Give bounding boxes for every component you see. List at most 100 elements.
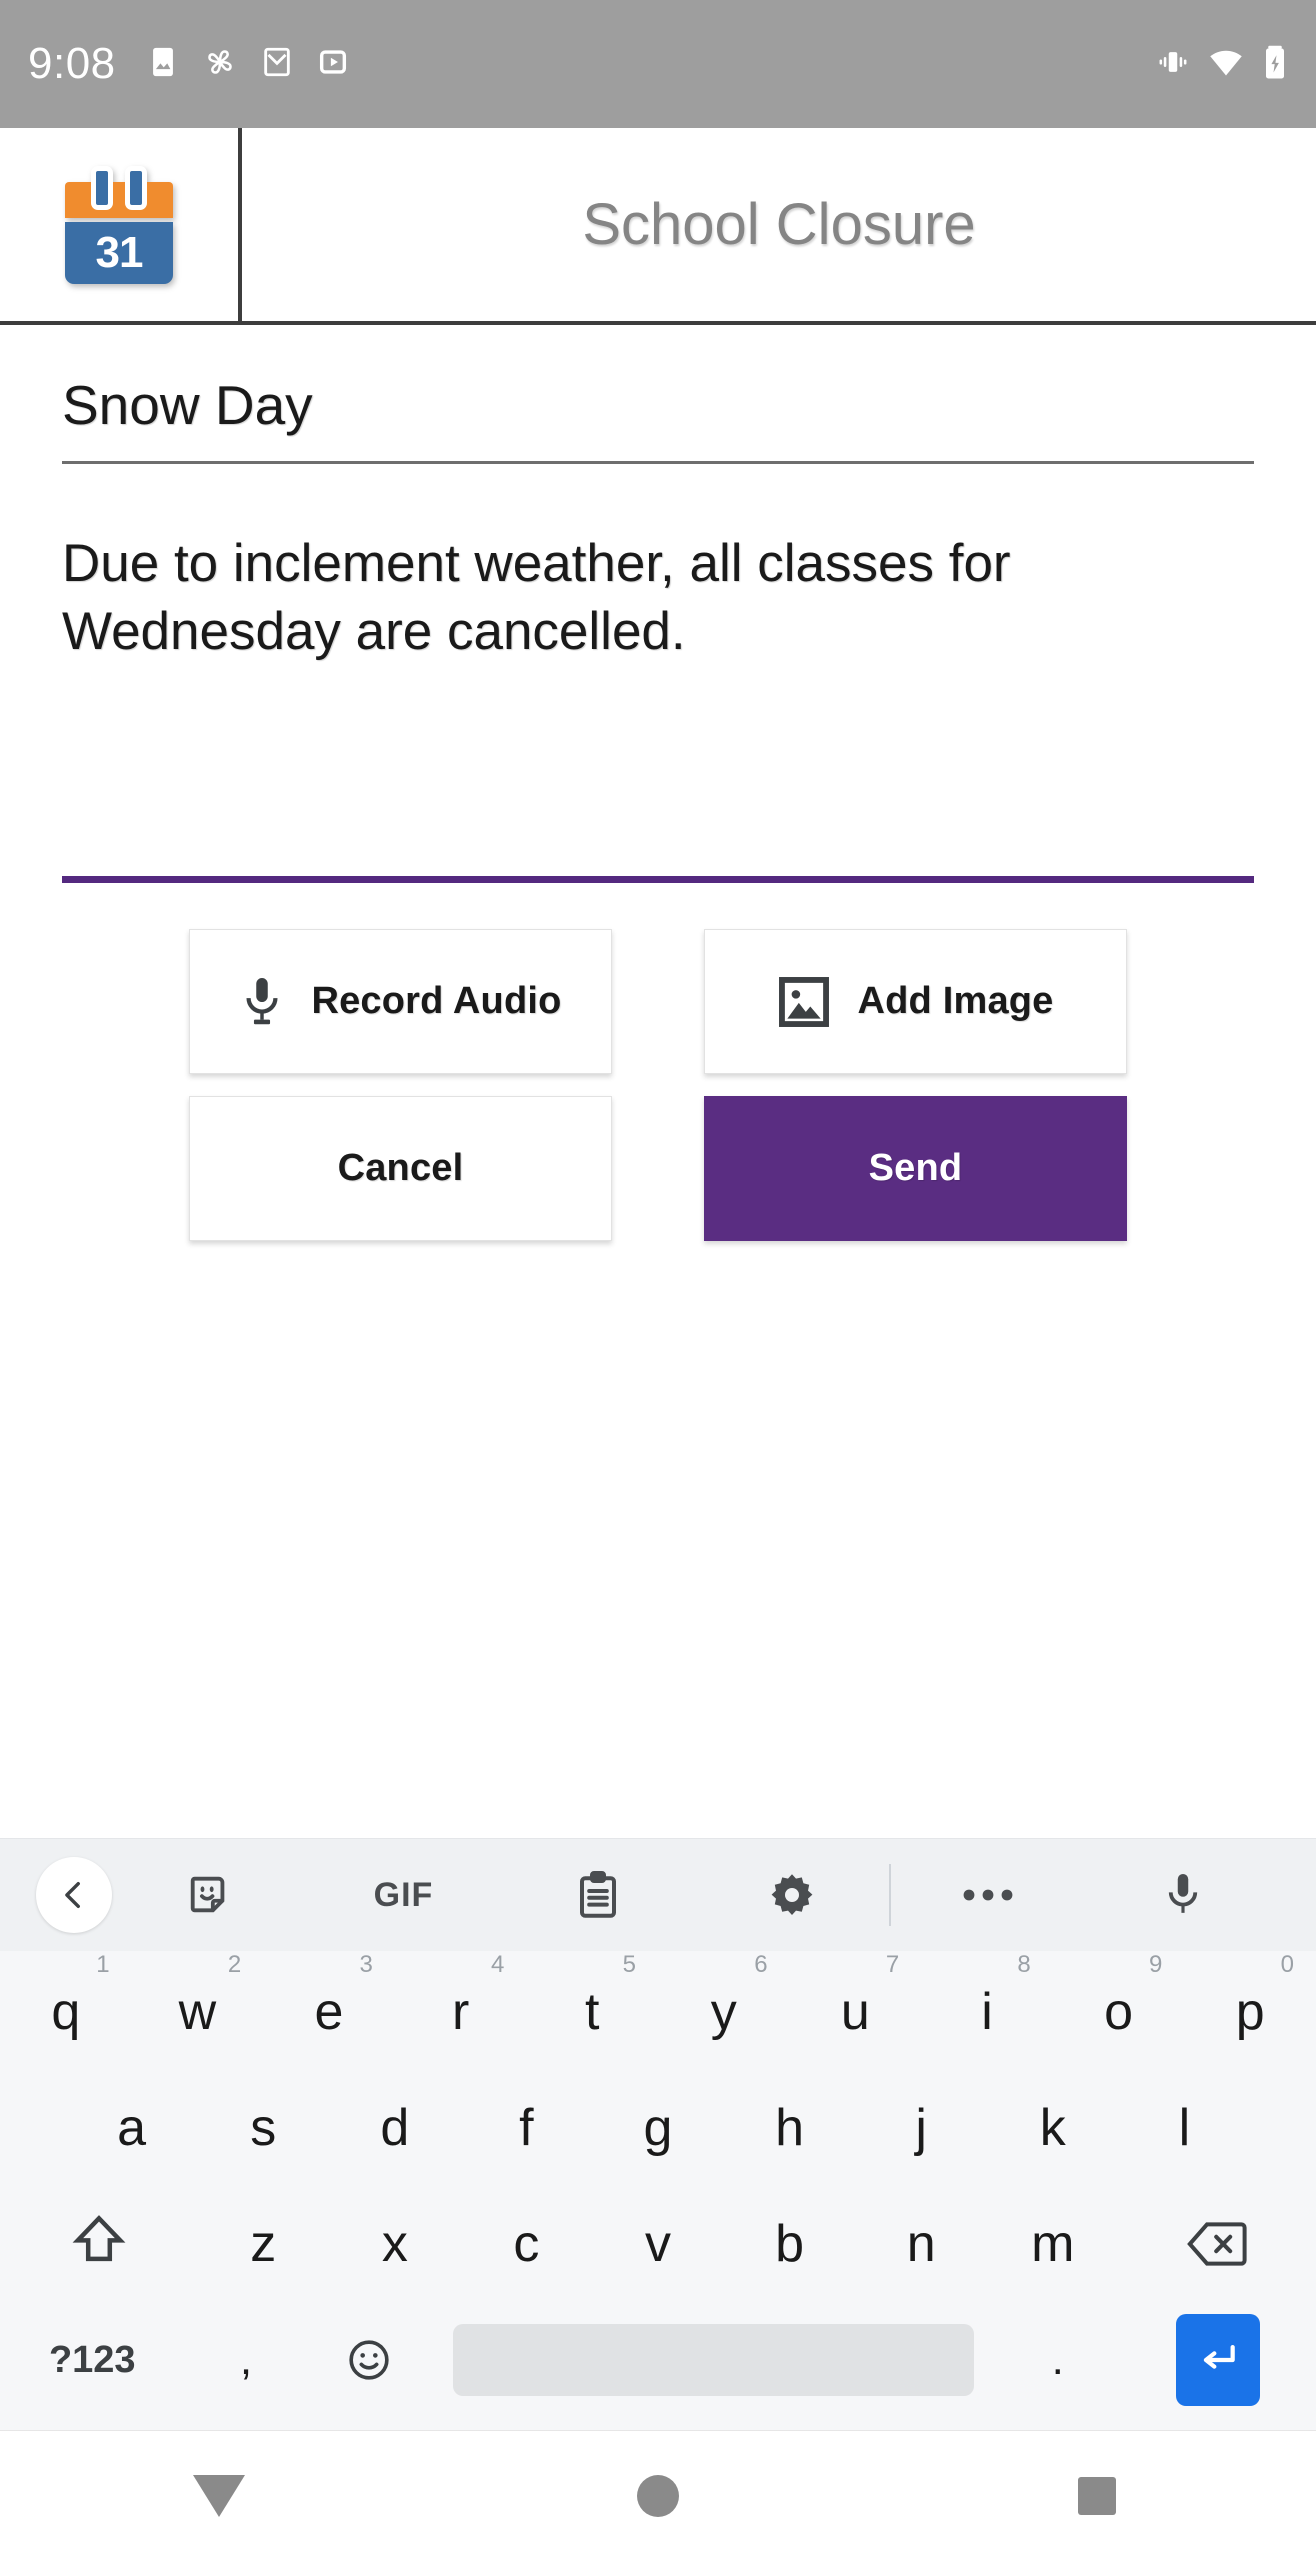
- key-o[interactable]: 9o: [1053, 1951, 1185, 2067]
- clipboard-icon[interactable]: [501, 1839, 695, 1951]
- key-w-number: 2: [227, 1951, 242, 1978]
- key-r-number: 4: [491, 1951, 505, 1978]
- more-options-icon[interactable]: [891, 1839, 1085, 1951]
- key-i-label: i: [981, 1983, 993, 2041]
- key-b[interactable]: b: [724, 2189, 856, 2299]
- key-v[interactable]: v: [592, 2189, 724, 2299]
- key-r-label: r: [451, 1983, 470, 2041]
- key-n[interactable]: n: [855, 2189, 987, 2299]
- key-k[interactable]: k: [987, 2073, 1119, 2183]
- key-z[interactable]: z: [197, 2189, 329, 2299]
- action-button-row-1: Record Audio Add Image: [189, 929, 1127, 1074]
- key-y-label: y: [710, 1983, 737, 2041]
- gif-icon[interactable]: GIF: [306, 1839, 500, 1951]
- image-icon: [777, 975, 831, 1029]
- app-icon-cell: 31: [0, 128, 242, 321]
- key-q[interactable]: 1q: [0, 1951, 132, 2067]
- key-o-label: o: [1104, 1983, 1134, 2041]
- key-y[interactable]: 6y: [658, 1951, 790, 2067]
- key-e-number: 3: [359, 1951, 373, 1978]
- calendar-icon-ring-right: [125, 165, 147, 210]
- settings-gear-icon[interactable]: [695, 1839, 889, 1951]
- send-button[interactable]: Send: [704, 1096, 1127, 1241]
- key-i-number: 8: [1017, 1951, 1031, 1978]
- key-l[interactable]: l: [1119, 2073, 1251, 2183]
- keyboard-row-3: z x c v b n m: [0, 2189, 1316, 2299]
- microphone-icon[interactable]: [1086, 1839, 1280, 1951]
- recents-button[interactable]: [877, 2431, 1316, 2560]
- enter-key[interactable]: [1119, 2305, 1316, 2415]
- keyboard-row-1: 1q 2w 3e 4r 5t 6y 7u 8i 9o 0p: [0, 1951, 1316, 2067]
- keyboard-row-2: a s d f g h j k l: [0, 2073, 1316, 2183]
- message-input[interactable]: Due to inclement weather, all classes fo…: [62, 530, 1254, 780]
- comma-key[interactable]: ,: [185, 2305, 308, 2415]
- period-key[interactable]: .: [996, 2305, 1119, 2415]
- action-button-row-2: Cancel Send: [189, 1096, 1127, 1241]
- app-header: 31 School Closure: [0, 128, 1316, 325]
- key-f[interactable]: f: [461, 2073, 593, 2183]
- recents-square-icon: [1077, 2476, 1116, 2515]
- sticker-icon[interactable]: [112, 1839, 306, 1951]
- row2-spacer-left: [0, 2073, 66, 2183]
- emoji-icon[interactable]: [307, 2305, 430, 2415]
- key-g[interactable]: g: [592, 2073, 724, 2183]
- key-q-number: 1: [96, 1951, 110, 1978]
- enter-icon: [1175, 2314, 1260, 2406]
- status-bar-right: [1156, 44, 1288, 85]
- row2-spacer-right: [1250, 2073, 1316, 2183]
- title-input[interactable]: Snow Day: [62, 373, 1254, 464]
- back-chevron-icon[interactable]: [36, 1857, 112, 1933]
- message-input-value: Due to inclement weather, all classes fo…: [62, 534, 1011, 661]
- keyboard-key-rows: 1q 2w 3e 4r 5t 6y 7u 8i 9o 0p a s d f g …: [0, 1951, 1316, 2431]
- title-input-value: Snow Day: [62, 374, 313, 436]
- key-t[interactable]: 5t: [526, 1951, 658, 2067]
- home-button[interactable]: [439, 2431, 878, 2560]
- key-j[interactable]: j: [855, 2073, 987, 2183]
- wifi-icon: [1208, 44, 1244, 85]
- key-h[interactable]: h: [724, 2073, 856, 2183]
- key-m[interactable]: m: [987, 2189, 1119, 2299]
- shift-icon[interactable]: [0, 2189, 197, 2299]
- cancel-button[interactable]: Cancel: [189, 1096, 612, 1241]
- backspace-icon[interactable]: [1119, 2189, 1316, 2299]
- on-screen-keyboard: GIF 1 q 2 w 3 e 4 r 5 t 6 y 7 u 8 i 9 o …: [0, 1838, 1316, 2431]
- key-q-label: q: [51, 1983, 81, 2041]
- key-u[interactable]: 7u: [790, 1951, 922, 2067]
- calendar-icon-ring-left: [91, 165, 113, 210]
- add-image-button-label: Add Image: [857, 980, 1054, 1022]
- calendar-icon-top: [65, 181, 173, 218]
- key-c[interactable]: c: [461, 2189, 593, 2299]
- key-e[interactable]: 3e: [263, 1951, 395, 2067]
- key-p[interactable]: 0p: [1184, 1951, 1316, 2067]
- key-d[interactable]: d: [329, 2073, 461, 2183]
- space-key-surface: [453, 2323, 974, 2397]
- status-bar-left: 9:08: [28, 39, 1156, 89]
- calendar-icon: 31: [65, 165, 173, 284]
- gif-label: GIF: [373, 1875, 434, 1914]
- record-audio-button[interactable]: Record Audio: [189, 929, 612, 1074]
- space-key[interactable]: [430, 2305, 996, 2415]
- pinwheel-icon: [202, 44, 238, 85]
- battery-charging-icon: [1262, 44, 1288, 85]
- key-w-label: w: [178, 1983, 217, 2041]
- home-circle-icon: [637, 2474, 679, 2517]
- page-title: School Closure: [582, 192, 976, 257]
- calendar-icon-day: 31: [65, 221, 173, 284]
- youtube-icon: [316, 45, 350, 84]
- key-a[interactable]: a: [66, 2073, 198, 2183]
- add-image-button[interactable]: Add Image: [704, 929, 1127, 1074]
- key-i[interactable]: 8i: [921, 1951, 1053, 2067]
- key-y-number: 6: [754, 1951, 768, 1978]
- record-audio-button-label: Record Audio: [311, 980, 562, 1022]
- key-t-label: t: [584, 1983, 600, 2041]
- key-r[interactable]: 4r: [395, 1951, 527, 2067]
- key-x[interactable]: x: [329, 2189, 461, 2299]
- key-s[interactable]: s: [197, 2073, 329, 2183]
- key-w[interactable]: 2w: [132, 1951, 264, 2067]
- action-button-grid: Record Audio Add Image Cancel Send: [62, 929, 1254, 1241]
- back-button[interactable]: [0, 2431, 439, 2560]
- key-t-number: 5: [622, 1951, 636, 1978]
- status-time: 9:08: [28, 39, 116, 88]
- symbols-key[interactable]: ?123: [0, 2305, 184, 2415]
- keyboard-toolbar: GIF: [0, 1839, 1316, 1951]
